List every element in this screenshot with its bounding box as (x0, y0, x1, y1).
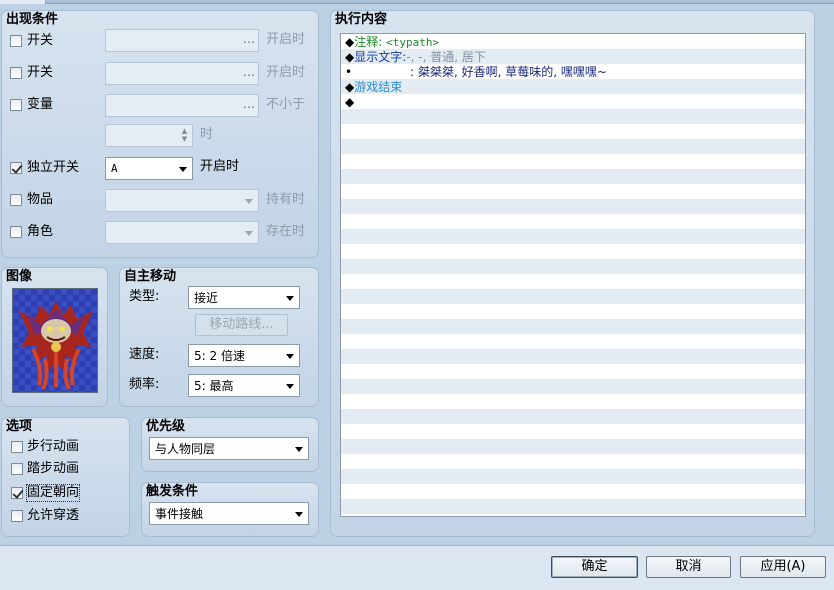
move-type-select[interactable]: 接近 (188, 286, 300, 309)
self-switch-suffix: 开启时 (200, 159, 240, 174)
options-title: 选项 (6, 419, 33, 434)
event-command-list[interactable]: ◆注释: <typath> ◆显示文字:-, -, 普通, 居下 •: 桀桀桀,… (340, 33, 806, 517)
chevron-down-icon (179, 167, 187, 172)
ellipsis-icon[interactable]: … (243, 32, 255, 46)
contents-title: 执行内容 (335, 12, 388, 27)
autonomous-title: 自主移动 (124, 269, 177, 284)
item-suffix: 持有时 (266, 192, 306, 207)
switch2-field[interactable]: … (105, 62, 259, 85)
chevron-down-icon (286, 296, 294, 301)
fixed-direction-label: 固定朝向 (25, 484, 81, 502)
variable-label: 变量 (27, 97, 54, 112)
self-switch-select[interactable]: A (105, 157, 193, 180)
self-switch-checkbox[interactable] (10, 162, 22, 174)
variable-value-suffix: 时 (200, 127, 214, 142)
move-type-label: 类型: (129, 289, 160, 304)
event-line-message[interactable]: •: 桀桀桀, 好香啊, 草莓味的, 嘿嘿嘿~ (345, 65, 607, 80)
demon-sprite-icon[interactable] (12, 288, 98, 393)
move-route-button[interactable]: 移动路线... (195, 314, 288, 336)
step-anim-checkbox[interactable] (11, 463, 23, 475)
self-switch-label: 独立开关 (27, 160, 80, 175)
actor-select[interactable] (105, 221, 259, 244)
variable-checkbox[interactable] (10, 99, 22, 111)
walk-anim-checkbox[interactable] (11, 441, 23, 453)
chevron-down-icon (295, 447, 303, 452)
actor-checkbox[interactable] (10, 226, 22, 238)
switch2-checkbox[interactable] (10, 67, 22, 79)
spin-arrows-icon[interactable]: ▲ ▼ (180, 127, 189, 144)
tab-selected[interactable] (0, 0, 46, 4)
item-label: 物品 (27, 192, 54, 207)
switch1-field[interactable]: … (105, 29, 259, 52)
chevron-down-icon (286, 354, 294, 359)
apply-button[interactable]: 应用(A) (740, 556, 826, 578)
chevron-down-icon (295, 512, 303, 517)
conditions-title: 出现条件 (6, 12, 59, 27)
through-checkbox[interactable] (11, 510, 23, 522)
event-line-game-over[interactable]: ◆游戏结束 (345, 80, 402, 95)
event-line-comment[interactable]: ◆注释: <typath> (345, 35, 439, 50)
tab-strip (0, 0, 834, 4)
move-speed-label: 速度: (129, 347, 160, 362)
variable-suffix: 不小于 (266, 97, 306, 112)
switch2-suffix: 开启时 (266, 65, 306, 80)
through-label: 允许穿透 (27, 508, 80, 523)
trigger-select[interactable]: 事件接触 (149, 502, 309, 525)
cancel-button[interactable]: 取消 (646, 556, 731, 578)
chevron-down-icon (245, 231, 253, 236)
step-anim-label: 踏步动画 (27, 461, 80, 476)
switch1-checkbox[interactable] (10, 35, 22, 47)
item-checkbox[interactable] (10, 194, 22, 206)
ellipsis-icon[interactable]: … (243, 65, 255, 79)
move-freq-label: 频率: (129, 377, 160, 392)
item-select[interactable] (105, 189, 259, 212)
image-title: 图像 (6, 269, 33, 284)
switch2-label: 开关 (27, 65, 54, 80)
priority-select[interactable]: 与人物同层 (149, 437, 309, 460)
priority-title: 优先级 (146, 419, 186, 434)
variable-value-spinner[interactable]: ▲ ▼ (105, 124, 193, 147)
ok-button[interactable]: 确定 (551, 556, 638, 578)
variable-field[interactable]: … (105, 94, 259, 117)
event-line-show-text[interactable]: ◆显示文字:-, -, 普通, 居下 (345, 50, 486, 65)
fixed-direction-checkbox[interactable] (11, 487, 23, 499)
ellipsis-icon[interactable]: … (243, 97, 255, 111)
event-line-empty[interactable]: ◆ (345, 95, 354, 110)
switch1-suffix: 开启时 (266, 32, 306, 47)
switch1-label: 开关 (27, 33, 54, 48)
trigger-title: 触发条件 (146, 484, 199, 499)
chevron-down-icon (286, 384, 294, 389)
walk-anim-label: 步行动画 (27, 439, 80, 454)
move-freq-select[interactable]: 5: 最高 (188, 374, 300, 397)
actor-suffix: 存在时 (266, 224, 306, 239)
chevron-down-icon (245, 199, 253, 204)
move-speed-select[interactable]: 5: 2 倍速 (188, 344, 300, 367)
actor-label: 角色 (27, 224, 54, 239)
